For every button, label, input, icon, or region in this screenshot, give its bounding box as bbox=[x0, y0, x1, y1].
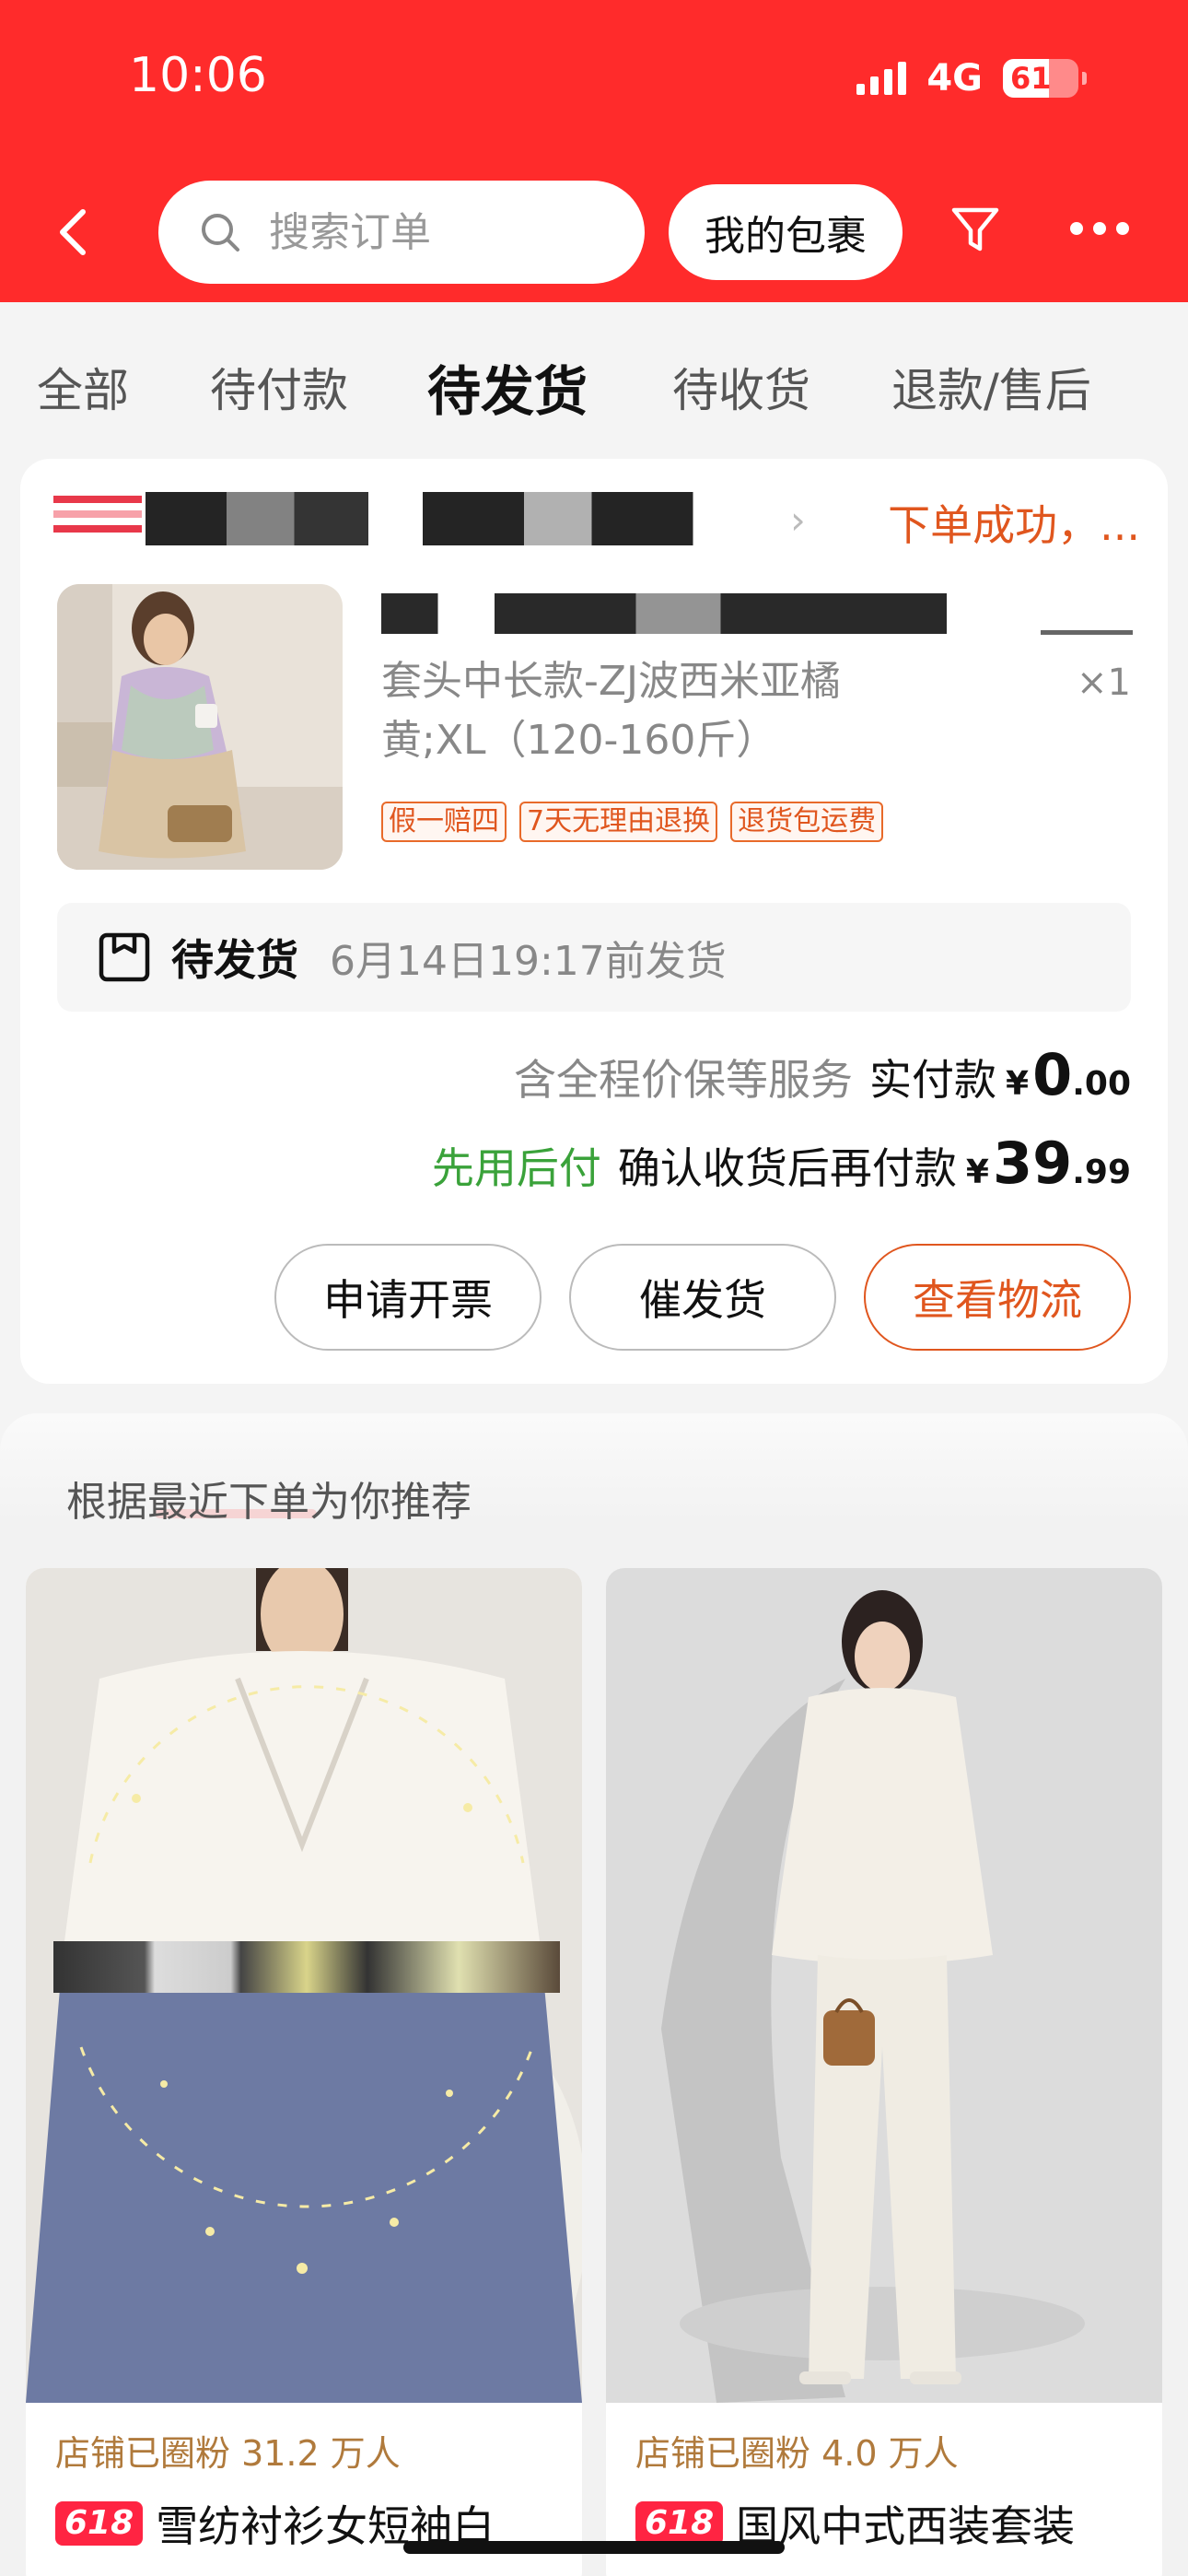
currency-symbol: ¥ bbox=[1006, 1065, 1030, 1103]
request-invoice-button[interactable]: 申请开票 bbox=[274, 1244, 542, 1351]
chevron-left-icon bbox=[60, 209, 86, 255]
service-text: 含全程价保等服务 bbox=[514, 1055, 854, 1105]
recommendation-title: 根据最近下单为你推荐 bbox=[66, 1479, 472, 1526]
back-button[interactable] bbox=[55, 205, 92, 260]
status-time: 10:06 bbox=[129, 48, 267, 103]
shop-row[interactable]: › 下单成功，... bbox=[53, 492, 1140, 558]
home-indicator[interactable] bbox=[403, 2541, 785, 2554]
more-button[interactable] bbox=[1070, 217, 1129, 240]
recommendation-section: 根据最近下单为你推荐 店铺已圈粉 31.2 万人 618 雪纺衬衫女短袖白 店铺… bbox=[0, 1413, 1188, 2576]
promo-618-badge: 618 bbox=[55, 2501, 144, 2546]
paid-amount-row: 含全程价保等服务 实付款 ¥ 0 .00 bbox=[514, 1041, 1131, 1108]
order-tabs: 全部 待付款 待发货 待收货 退款/售后 bbox=[0, 302, 1188, 459]
product-sku: 套头中长款-ZJ波西米亚橘黄;XL（120-160斤） bbox=[381, 658, 841, 764]
recommend-item-image bbox=[606, 1568, 1162, 2403]
product-photo bbox=[57, 584, 343, 870]
paid-label: 实付款 bbox=[869, 1055, 997, 1105]
battery-icon: 61 bbox=[1003, 59, 1078, 98]
promo-618-badge: 618 bbox=[635, 2501, 724, 2546]
order-status: 下单成功，... bbox=[888, 500, 1140, 550]
recommend-item-card[interactable]: 店铺已圈粉 31.2 万人 618 雪纺衬衫女短袖白 bbox=[26, 1568, 582, 2576]
tab-all[interactable]: 全部 bbox=[37, 354, 129, 420]
shop-name-redacted bbox=[146, 492, 821, 545]
shop-fans-count: 店铺已圈粉 31.2 万人 bbox=[55, 2433, 401, 2474]
network-type: 4G bbox=[926, 57, 983, 100]
service-badges: 假一赔四 7天无理由退换 退货包运费 bbox=[381, 802, 884, 842]
my-parcels-button[interactable]: 我的包裹 bbox=[669, 184, 903, 280]
pay-later-row: 先用后付 确认收货后再付款 ¥ 39 .99 bbox=[432, 1130, 1131, 1197]
app-header: 10:06 4G 61 我的包裹 bbox=[0, 0, 1188, 302]
pay-later-label: 先用后付 bbox=[431, 1143, 601, 1193]
view-logistics-button[interactable]: 查看物流 bbox=[864, 1244, 1131, 1351]
paid-amount-decimal: .00 bbox=[1072, 1065, 1131, 1103]
battery-level: 61 bbox=[1010, 61, 1052, 96]
recommend-item-image bbox=[26, 1568, 582, 2403]
search-input[interactable] bbox=[269, 208, 600, 256]
battery-nub bbox=[1082, 72, 1087, 85]
dot-icon bbox=[1093, 222, 1106, 235]
product-title-tail bbox=[1041, 630, 1133, 635]
status-indicators: 4G 61 bbox=[856, 57, 1087, 100]
product-quantity: ×1 bbox=[1077, 662, 1131, 704]
signal-icon bbox=[856, 62, 907, 95]
product-image[interactable] bbox=[57, 584, 343, 870]
chevron-right-icon: › bbox=[790, 498, 806, 543]
shop-fans-count: 店铺已圈粉 4.0 万人 bbox=[635, 2433, 959, 2474]
urge-shipment-button[interactable]: 催发货 bbox=[569, 1244, 836, 1351]
tab-refund-aftersale[interactable]: 退款/售后 bbox=[891, 354, 1091, 420]
badge-7day-return: 7天无理由退换 bbox=[519, 802, 718, 842]
item-name: 国风中式西装套装 bbox=[736, 2501, 1076, 2551]
tab-pending-shipment[interactable]: 待发货 bbox=[427, 348, 588, 426]
shop-logo bbox=[53, 496, 142, 544]
product-title-redacted bbox=[381, 593, 947, 634]
later-amount-integer: 39 bbox=[992, 1130, 1073, 1197]
recommend-item-card[interactable]: 店铺已圈粉 4.0 万人 618 国风中式西装套装 bbox=[606, 1568, 1162, 2576]
dot-icon bbox=[1116, 222, 1129, 235]
currency-symbol: ¥ bbox=[965, 1153, 989, 1191]
search-box[interactable] bbox=[158, 181, 645, 284]
paid-amount-integer: 0 bbox=[1032, 1041, 1073, 1108]
filter-button[interactable] bbox=[950, 205, 1000, 256]
tab-pending-receipt[interactable]: 待收货 bbox=[672, 354, 810, 420]
pay-after-receipt-text: 确认收货后再付款 bbox=[617, 1143, 957, 1193]
dot-icon bbox=[1070, 222, 1083, 235]
ship-status: 待发货 bbox=[171, 935, 298, 985]
ship-deadline: 6月14日19:17前发货 bbox=[330, 938, 727, 985]
badge-fake-compensation: 假一赔四 bbox=[381, 802, 507, 842]
tab-pending-payment[interactable]: 待付款 bbox=[210, 354, 348, 420]
order-card: › 下单成功，... 套头中长款-ZJ波西米亚橘黄;XL（120-160斤） ×… bbox=[20, 459, 1168, 1384]
package-icon bbox=[99, 932, 150, 982]
badge-return-shipping: 退货包运费 bbox=[730, 802, 884, 842]
later-amount-decimal: .99 bbox=[1072, 1153, 1131, 1191]
search-icon bbox=[202, 214, 239, 252]
filter-icon bbox=[951, 207, 999, 252]
shipping-status-box[interactable]: 待发货 6月14日19:17前发货 bbox=[57, 903, 1131, 1012]
